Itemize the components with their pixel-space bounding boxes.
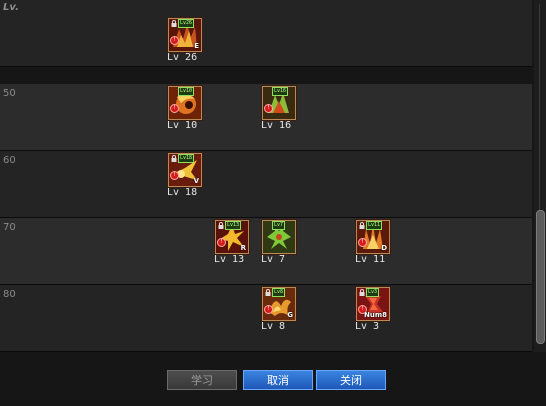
skill-tree-window: Lv. Lv26 ! E Lv 26 50 Lv10 ! Lv 10 Lv16 … [0, 0, 546, 406]
skill-level-label: Lv 8 [261, 321, 286, 332]
skill-badge: Lv11 [366, 221, 383, 230]
hotkey-label: D [381, 244, 387, 252]
skill-badge: Lv13 [225, 221, 242, 230]
lock-icon [218, 222, 224, 229]
warning-icon: ! [170, 171, 179, 180]
skill-level-label: Lv 18 [167, 187, 198, 198]
level-row-70: 70 Lv13 ! R Lv 13 Lv7 Lv 7 Lv11 ! D Lv 1… [0, 218, 532, 285]
skill-icon[interactable]: Lv10 ! [168, 86, 202, 120]
skill-badge: Lv16 [272, 87, 289, 96]
skill-slot[interactable]: Lv13 ! R Lv 13 [214, 220, 250, 270]
warning-icon: ! [170, 104, 179, 113]
level-row-60: 60 Lv18 ! V Lv 18 [0, 151, 532, 218]
close-button[interactable]: 关闭 [316, 370, 386, 390]
warning-icon: ! [264, 104, 273, 113]
skill-icon[interactable]: Lv7 [262, 220, 296, 254]
row-level-label: 80 [3, 289, 16, 300]
skill-icon[interactable]: Lv26 ! E [168, 18, 202, 52]
skill-level-label: Lv 26 [167, 52, 198, 63]
warning-icon: ! [217, 238, 226, 247]
row-level-label: 70 [3, 222, 16, 233]
level-row-80: 80 Lv8 ! G Lv 8 Lv3 ! Num8 Lv 3 [0, 285, 532, 352]
cancel-button[interactable]: 取消 [243, 370, 313, 390]
skill-badge: Lv18 [178, 154, 195, 163]
skill-icon[interactable]: Lv16 ! [262, 86, 296, 120]
skill-level-label: Lv 10 [167, 120, 198, 131]
hotkey-label: E [194, 42, 199, 50]
warning-icon: ! [358, 238, 367, 247]
skill-badge: Lv8 [272, 288, 286, 297]
warning-icon: ! [170, 36, 179, 45]
skill-slot[interactable]: Lv16 ! Lv 16 [261, 86, 297, 136]
level-row-top: Lv. Lv26 ! E Lv 26 [0, 0, 532, 67]
skill-slot[interactable]: Lv11 ! D Lv 11 [355, 220, 391, 270]
warning-icon: ! [264, 305, 273, 314]
hotkey-label: G [287, 311, 293, 319]
skill-level-label: Lv 7 [261, 254, 286, 265]
scrollbar-thumb[interactable] [536, 210, 545, 344]
dialog-footer: 学习 取消 关闭 [0, 352, 546, 406]
skill-grid: Lv. Lv26 ! E Lv 26 50 Lv10 ! Lv 10 Lv16 … [0, 0, 532, 352]
skill-level-label: Lv 11 [355, 254, 386, 265]
skill-icon[interactable]: Lv18 ! V [168, 153, 202, 187]
row-level-label: 60 [3, 155, 16, 166]
skill-badge: Lv3 [366, 288, 380, 297]
skill-slot[interactable]: Lv10 ! Lv 10 [167, 86, 203, 136]
level-row-50: 50 Lv10 ! Lv 10 Lv16 ! Lv 16 [0, 84, 532, 151]
lock-icon [359, 289, 365, 296]
lock-icon [171, 155, 177, 162]
row-level-label: 50 [3, 88, 16, 99]
skill-badge: Lv26 [178, 19, 195, 28]
skill-slot[interactable]: Lv26 ! E Lv 26 [167, 18, 203, 68]
skill-icon[interactable]: Lv3 ! Num8 [356, 287, 390, 321]
skill-slot[interactable]: Lv7 Lv 7 [261, 220, 297, 270]
lock-icon [171, 20, 177, 27]
lock-icon [265, 289, 271, 296]
learn-button[interactable]: 学习 [167, 370, 237, 390]
hotkey-label: Num8 [363, 311, 387, 319]
level-column-header: Lv. [3, 2, 19, 13]
skill-icon[interactable]: Lv8 ! G [262, 287, 296, 321]
skill-level-label: Lv 13 [214, 254, 245, 265]
skill-slot[interactable]: Lv3 ! Num8 Lv 3 [355, 287, 391, 337]
skill-icon[interactable]: Lv13 ! R [215, 220, 249, 254]
skill-icon[interactable]: Lv11 ! D [356, 220, 390, 254]
skill-level-label: Lv 16 [261, 120, 292, 131]
hotkey-label: V [193, 177, 199, 185]
hotkey-label: R [240, 244, 246, 252]
skill-level-label: Lv 3 [355, 321, 380, 332]
skill-slot[interactable]: Lv18 ! V Lv 18 [167, 153, 203, 203]
lock-icon [359, 222, 365, 229]
skill-slot[interactable]: Lv8 ! G Lv 8 [261, 287, 297, 337]
skill-list-scrollbar[interactable] [534, 0, 546, 352]
skill-badge: Lv10 [178, 87, 195, 96]
skill-badge: Lv7 [272, 221, 286, 230]
